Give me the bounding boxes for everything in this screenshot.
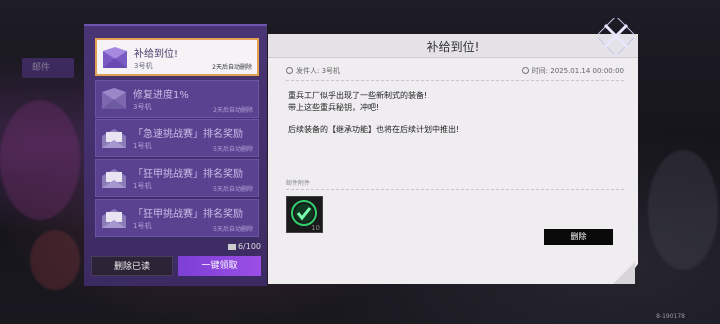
- body-line: 带上这些重兵秘钥，冲吧!: [288, 103, 380, 112]
- delete-button[interactable]: 删除: [544, 229, 613, 245]
- body-line: 重兵工厂似乎出现了一些新制式的装备!: [288, 91, 428, 100]
- mail-title: 「狂甲挑战赛」排名奖励: [133, 169, 243, 180]
- mail-expire: 2天后自动删除: [212, 64, 252, 71]
- open-envelope-icon: [102, 129, 126, 148]
- mail-count: 6/100: [227, 242, 261, 251]
- mail-sender: 1号机: [133, 182, 152, 190]
- mail-meta: 发件人: 3号机 时间: 2025.01.14 00:00:00: [286, 66, 624, 78]
- mail-item[interactable]: 「狂甲挑战赛」排名奖励 1号机 5天后自动删除: [95, 159, 259, 197]
- mail-item[interactable]: 「急速挑战赛」排名奖励 1号机 5天后自动删除: [95, 119, 259, 157]
- delete-read-button[interactable]: 删除已读: [91, 256, 173, 276]
- detail-header: 补给到位!: [268, 34, 638, 58]
- mail-count-icon: [227, 243, 236, 250]
- mail-expire: 5天后自动删除: [213, 226, 253, 233]
- attachments-label: 邮件附件: [286, 180, 311, 187]
- mail-expire: 5天后自动删除: [213, 186, 253, 193]
- mail-title: 「狂甲挑战赛」排名奖励: [133, 209, 243, 220]
- open-envelope-icon: [102, 209, 126, 228]
- mail-detail-title: 补给到位!: [426, 40, 480, 54]
- mail-detail-panel: 补给到位! 发件人: 3号机 时间: 2025.01.14 00:00:00 重…: [268, 34, 638, 284]
- build-version: 8-190178: [656, 313, 685, 320]
- clock-icon: [521, 67, 529, 74]
- attachments-divider: [286, 189, 624, 190]
- mail-expire: 5天后自动删除: [213, 146, 253, 153]
- mail-expire: 2天后自动删除: [213, 107, 253, 114]
- mail-title: 修复进度1%: [133, 90, 189, 101]
- mail-sender: 3号机: [133, 103, 152, 111]
- mail-detail-time: 时间: 2025.01.14 00:00:00: [521, 66, 624, 76]
- attachment-quantity: 10: [311, 224, 320, 232]
- mail-sender: 1号机: [133, 142, 152, 150]
- mail-item[interactable]: 补给到位! 3号机 2天后自动删除: [95, 38, 259, 76]
- body-line: 后续装备的【继承功能】也将在后续计划中推出!: [288, 125, 460, 134]
- mail-list-panel: 补给到位! 3号机 2天后自动删除 修复进度1% 3号机 2天后自动删除 「急速…: [84, 24, 267, 286]
- open-envelope-icon: [102, 169, 126, 188]
- sender-text: 发件人: 3号机: [296, 67, 341, 75]
- mail-sender: 1号机: [133, 222, 152, 230]
- attachment-item[interactable]: 10: [286, 196, 323, 233]
- mail-item[interactable]: 「狂甲挑战赛」排名奖励 1号机 5天后自动删除: [95, 199, 259, 237]
- envelope-icon: [102, 88, 126, 109]
- mail-sender: 3号机: [134, 62, 153, 70]
- mail-count-value: 6/100: [237, 242, 261, 251]
- mail-item[interactable]: 修复进度1% 3号机 2天后自动删除: [95, 80, 259, 118]
- mail-title: 补给到位!: [134, 49, 179, 60]
- collect-all-button[interactable]: 一键领取: [178, 256, 261, 276]
- envelope-icon: [103, 47, 127, 68]
- mail-detail-sender: 发件人: 3号机: [286, 66, 340, 76]
- meta-divider: [286, 80, 624, 81]
- close-icon[interactable]: [598, 18, 634, 54]
- mail-body: 重兵工厂似乎出现了一些新制式的装备! 带上这些重兵秘钥，冲吧! 后续装备的【继承…: [288, 90, 459, 136]
- time-text: 时间: 2025.01.14 00:00:00: [531, 67, 624, 75]
- user-icon: [286, 67, 293, 74]
- mail-title: 「急速挑战赛」排名奖励: [133, 129, 243, 140]
